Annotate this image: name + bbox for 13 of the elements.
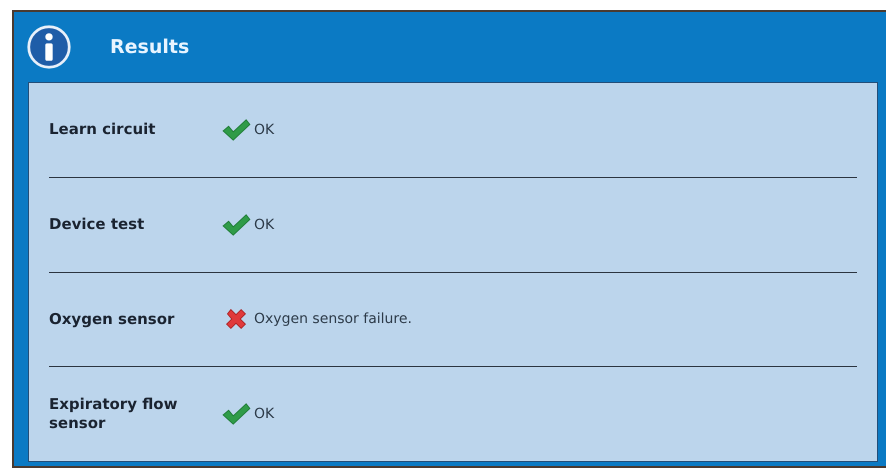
result-message: Oxygen sensor failure. xyxy=(254,311,412,328)
test-name: Expiratory flow sensor xyxy=(49,394,178,434)
checkmark-icon xyxy=(221,212,251,237)
test-name: Oxygen sensor xyxy=(49,310,176,330)
test-name: Device test xyxy=(49,214,146,234)
info-icon xyxy=(26,24,72,70)
checkmark-icon xyxy=(221,402,251,426)
result-message: OK xyxy=(254,406,274,422)
window-title: Results xyxy=(110,36,190,58)
result-message: OK xyxy=(254,122,274,138)
checkmark-icon xyxy=(221,118,251,142)
test-name: Learn circuit xyxy=(49,120,156,140)
result-message: OK xyxy=(254,216,274,233)
